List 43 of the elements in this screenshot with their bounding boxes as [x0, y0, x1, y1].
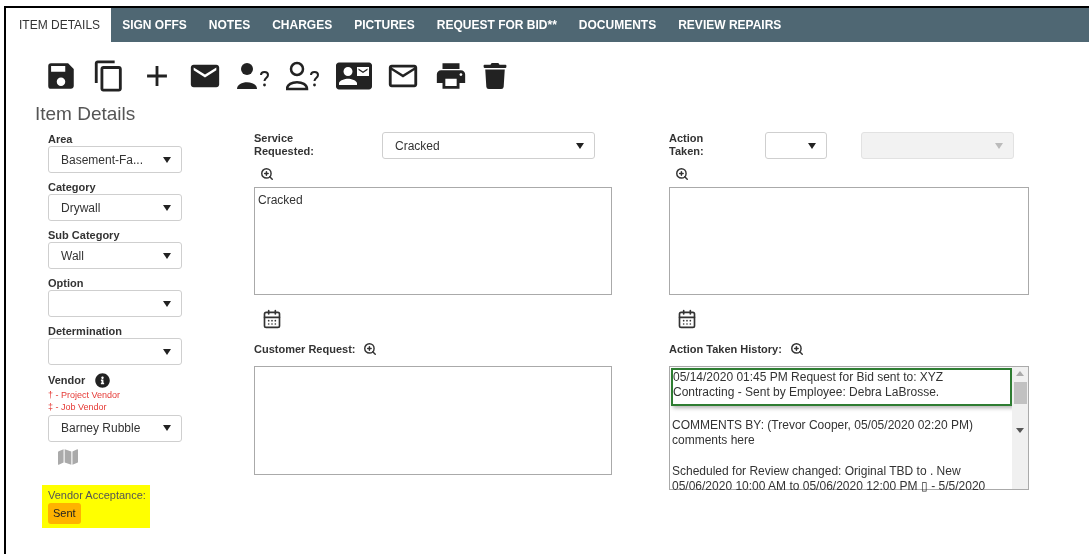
field-label: Sub Category	[48, 228, 121, 242]
status-badge: Sent	[48, 503, 81, 524]
zoom-icon[interactable]	[260, 167, 274, 181]
dropdown[interactable]: Cracked	[382, 132, 595, 159]
tab[interactable]: ITEM DETAILS	[8, 8, 112, 42]
dropdown[interactable]: Drywall	[48, 194, 182, 221]
dropdown[interactable]: Wall	[48, 242, 182, 269]
text-area[interactable]: Cracked	[254, 187, 612, 295]
field-label: Customer Request:	[254, 342, 356, 357]
zoom-icon[interactable]	[789, 342, 804, 357]
vendor-acceptance-label: Vendor Acceptance:	[48, 487, 146, 503]
legend-text: ‡ - Job Vendor	[48, 400, 108, 413]
zoom-icon[interactable]	[675, 167, 689, 181]
delete-icon[interactable]	[482, 63, 508, 89]
zoom-icon[interactable]	[363, 342, 378, 357]
person-question-icon[interactable]	[236, 61, 272, 91]
tab[interactable]: PICTURES	[343, 8, 426, 42]
calendar-icon[interactable]	[677, 309, 697, 329]
legend-text: † - Project Vendor	[48, 388, 122, 401]
section-title: Item Details	[35, 102, 137, 126]
history-entry: 05/14/2020 01:45 PM Request for Bid sent to: XYZ Contracting - Sent by Employee: Debra LaBrosse.	[671, 367, 1012, 406]
field-label: Action Taken History:	[669, 342, 782, 357]
tab[interactable]: SIGN OFFS	[111, 8, 198, 42]
calendar-icon[interactable]	[262, 309, 282, 329]
tab[interactable]: NOTES	[197, 8, 262, 42]
tab[interactable]: DOCUMENTS	[567, 8, 668, 42]
field-label: Vendor	[48, 373, 86, 388]
dropdown[interactable]: Basement-Fa...	[48, 146, 182, 173]
tab[interactable]: CHARGES	[261, 8, 344, 42]
dropdown[interactable]: Barney Rubble	[48, 414, 182, 442]
history-entry: COMMENTS BY: (Trevor Cooper, 05/05/2020 02:20 PM) comments here	[672, 417, 974, 449]
tab[interactable]: REQUEST FOR BID**	[425, 8, 568, 42]
field-label: Service Requested:	[254, 132, 315, 158]
field-label: Determination	[48, 324, 123, 338]
field-label: Action Taken:	[669, 132, 705, 158]
person-outline-question-icon[interactable]	[286, 61, 322, 91]
field-label: Category	[48, 180, 97, 194]
field-label: Option	[48, 276, 85, 290]
scrollbar[interactable]	[1012, 366, 1028, 489]
history-entry: Scheduled for Review changed: Original TBD to . New 05/06/2020 10:00 AM to 05/06/2020 12:00 PM ▯ - 5/5/2020	[672, 463, 987, 495]
info-icon[interactable]	[95, 372, 111, 388]
field-label: Area	[48, 132, 74, 146]
tab[interactable]: REVIEW REPAIRS	[667, 8, 793, 42]
